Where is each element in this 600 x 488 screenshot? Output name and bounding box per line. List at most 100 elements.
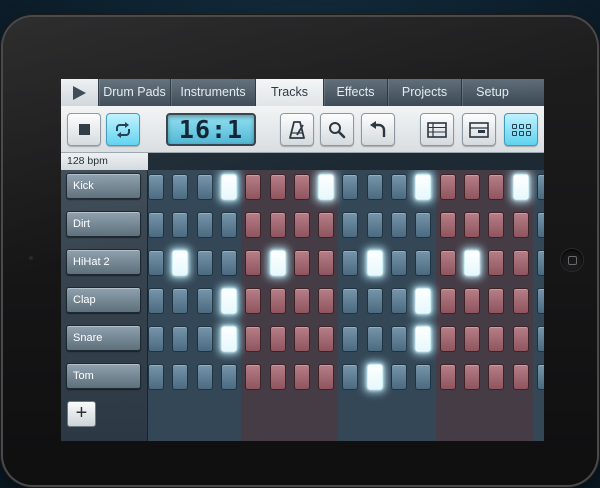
piano-roll-view-button[interactable] (462, 113, 496, 146)
step-pad[interactable] (293, 326, 310, 352)
step-pad[interactable] (488, 250, 505, 276)
step-pad[interactable] (148, 250, 164, 276)
step-pad[interactable] (463, 250, 480, 276)
step-pad[interactable] (366, 288, 383, 314)
step-pad[interactable] (439, 288, 456, 314)
step-pad[interactable] (220, 326, 237, 352)
step-pad[interactable] (536, 212, 544, 238)
step-pad[interactable] (366, 212, 383, 238)
step-pad[interactable] (269, 326, 286, 352)
step-pad[interactable] (293, 212, 310, 238)
step-pad[interactable] (172, 250, 189, 276)
step-pad[interactable] (415, 250, 432, 276)
step-pad[interactable] (220, 250, 237, 276)
step-pad[interactable] (488, 364, 505, 390)
undo-button[interactable] (361, 113, 395, 146)
step-pad[interactable] (512, 364, 529, 390)
step-pad[interactable] (245, 288, 262, 314)
step-pad[interactable] (366, 174, 383, 200)
loop-button[interactable] (106, 113, 140, 146)
step-pad[interactable] (536, 288, 544, 314)
step-pad[interactable] (463, 364, 480, 390)
step-pad[interactable] (245, 364, 262, 390)
tempo-label[interactable]: 128 bpm (67, 155, 108, 167)
step-pad[interactable] (366, 364, 383, 390)
step-pad[interactable] (196, 288, 213, 314)
step-pad[interactable] (342, 364, 359, 390)
step-pad[interactable] (439, 174, 456, 200)
step-pad[interactable] (318, 364, 335, 390)
step-pad[interactable] (536, 250, 544, 276)
step-pad[interactable] (439, 212, 456, 238)
channel-dirt[interactable]: Dirt (66, 211, 141, 237)
home-button[interactable] (561, 249, 583, 271)
step-pad[interactable] (172, 174, 189, 200)
step-pad[interactable] (463, 288, 480, 314)
step-pad[interactable] (245, 326, 262, 352)
step-pad[interactable] (172, 326, 189, 352)
step-pad[interactable] (536, 174, 544, 200)
step-pad[interactable] (172, 364, 189, 390)
step-pad[interactable] (293, 364, 310, 390)
step-pad[interactable] (342, 174, 359, 200)
step-pad[interactable] (293, 174, 310, 200)
step-pad[interactable] (220, 212, 237, 238)
step-pad[interactable] (512, 326, 529, 352)
play-button[interactable] (61, 79, 99, 106)
step-pad[interactable] (220, 364, 237, 390)
step-pad[interactable] (196, 250, 213, 276)
step-pad[interactable] (220, 174, 237, 200)
step-pad[interactable] (196, 212, 213, 238)
step-pad[interactable] (415, 288, 432, 314)
step-pad[interactable] (391, 250, 407, 276)
step-pad[interactable] (148, 364, 164, 390)
step-pad[interactable] (463, 174, 480, 200)
channel-hihat-2[interactable]: HiHat 2 (66, 249, 141, 275)
step-pad[interactable] (342, 250, 359, 276)
step-pad[interactable] (536, 326, 544, 352)
step-pad[interactable] (318, 288, 335, 314)
step-pad[interactable] (391, 212, 407, 238)
step-pad[interactable] (269, 212, 286, 238)
step-pad[interactable] (245, 212, 262, 238)
zoom-button[interactable] (320, 113, 354, 146)
tab-effects[interactable]: Effects (324, 79, 388, 106)
step-pad[interactable] (439, 364, 456, 390)
step-pad[interactable] (512, 250, 529, 276)
step-pad[interactable] (148, 326, 164, 352)
step-pad[interactable] (439, 250, 456, 276)
step-pad[interactable] (172, 212, 189, 238)
step-pad[interactable] (366, 250, 383, 276)
step-pad[interactable] (172, 288, 189, 314)
step-pad[interactable] (196, 326, 213, 352)
step-pad[interactable] (488, 212, 505, 238)
step-pad[interactable] (148, 212, 164, 238)
step-pad[interactable] (318, 212, 335, 238)
step-pad[interactable] (391, 326, 407, 352)
step-pad[interactable] (293, 250, 310, 276)
tab-drum-pads[interactable]: Drum Pads (99, 79, 171, 106)
step-pad[interactable] (391, 364, 407, 390)
step-pad[interactable] (245, 250, 262, 276)
channel-kick[interactable]: Kick (66, 173, 141, 199)
tab-projects[interactable]: Projects (388, 79, 462, 106)
step-pad[interactable] (269, 288, 286, 314)
channel-snare[interactable]: Snare (66, 325, 141, 351)
step-pad[interactable] (391, 174, 407, 200)
step-pad[interactable] (536, 364, 544, 390)
add-channel-button[interactable]: + (67, 401, 96, 427)
step-pad[interactable] (269, 250, 286, 276)
step-pad[interactable] (463, 326, 480, 352)
step-pad[interactable] (488, 288, 505, 314)
step-pad[interactable] (269, 364, 286, 390)
step-pad[interactable] (439, 326, 456, 352)
step-pad[interactable] (269, 174, 286, 200)
step-pad[interactable] (415, 212, 432, 238)
step-pad[interactable] (342, 288, 359, 314)
step-pad[interactable] (196, 174, 213, 200)
channel-clap[interactable]: Clap (66, 287, 141, 313)
step-pad[interactable] (342, 212, 359, 238)
step-pad[interactable] (318, 250, 335, 276)
step-pad[interactable] (148, 288, 164, 314)
step-pad[interactable] (488, 326, 505, 352)
